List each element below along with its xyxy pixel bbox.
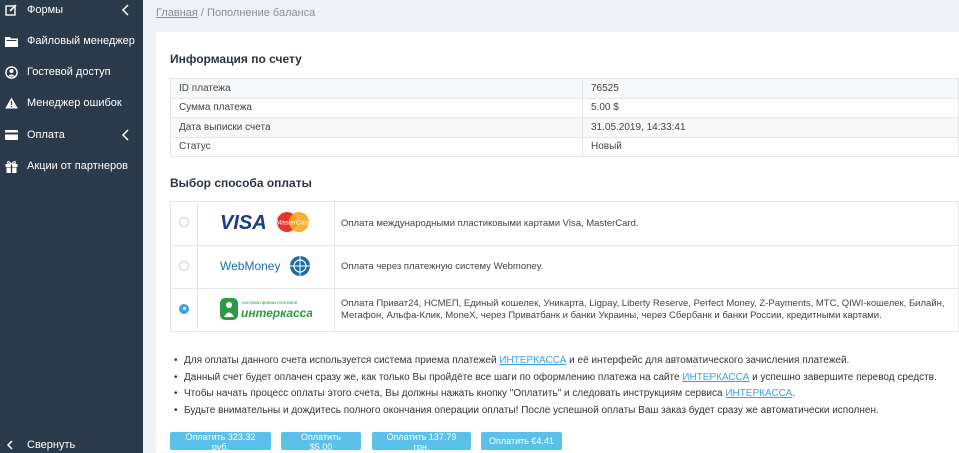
warning-icon <box>4 96 18 110</box>
pay-eur-button[interactable]: Оплатить €4.41 <box>481 432 562 450</box>
bullet: • <box>174 355 178 366</box>
interkassa-link[interactable]: ИНТЕРКАССА <box>682 372 749 383</box>
payment-methods-table: VISA MasterCard Оплата международными пл… <box>170 201 959 332</box>
info-label: Дата выписки счета <box>170 117 583 138</box>
info-section-title: Информация по счету <box>170 52 302 66</box>
breadcrumb-current: Пополнение баланса <box>207 7 316 19</box>
user-circle-icon <box>4 65 18 79</box>
webmoney-logo: WebMoney <box>197 245 335 289</box>
svg-text:VISA: VISA <box>220 212 267 234</box>
sidebar: Формы Файловый менеджер Гостевой доступ … <box>0 0 143 453</box>
account-info-table: ID платежа 76525 Сумма платежа 5.00 $ Да… <box>170 78 959 157</box>
sidebar-collapse-button[interactable]: Свернуть <box>0 435 143 453</box>
payment-method-row[interactable]: WebMoney Оплата через платежную систему … <box>170 245 959 289</box>
payment-method-row[interactable]: система приема платежей интеркасса Оплат… <box>170 288 959 332</box>
sidebar-item-guest-access[interactable]: Гостевой доступ <box>0 58 143 86</box>
collapse-label: Свернуть <box>27 439 76 451</box>
sidebar-item-label: Акции от партнеров <box>27 160 129 172</box>
info-label: Сумма платежа <box>170 97 583 118</box>
info-label: ID платежа <box>170 78 583 99</box>
credit-card-icon <box>4 128 18 142</box>
svg-text:система приема платежей: система приема платежей <box>242 299 298 305</box>
edit-icon <box>4 3 18 17</box>
svg-text:WebMoney: WebMoney <box>220 259 280 273</box>
sidebar-item-label: Формы <box>27 4 64 16</box>
payment-method-description: Оплата Приват24, НСМЕП, Единый кошелек, … <box>334 288 959 332</box>
breadcrumb: Главная / Пополнение баланса <box>156 7 315 19</box>
sidebar-item-label: Менеджер ошибок <box>27 97 122 109</box>
sidebar-item-partner-offers[interactable]: Акции от партнеров <box>0 152 143 180</box>
payment-radio-visa[interactable] <box>179 217 189 227</box>
sidebar-item-label: Гостевой доступ <box>27 66 111 78</box>
payment-notes-list: • Для оплаты данного счета используется с… <box>174 353 937 419</box>
payment-radio-webmoney[interactable] <box>179 260 189 271</box>
visa-mastercard-logo: VISA MasterCard <box>197 201 335 246</box>
interkassa-link[interactable]: ИНТЕРКАССА <box>499 355 566 366</box>
bullet: • <box>174 404 178 416</box>
list-item: • Для оплаты данного счета используется с… <box>174 353 937 370</box>
payment-radio-interkassa[interactable] <box>179 303 189 314</box>
bullet: • <box>174 388 178 399</box>
info-value: Новый <box>582 136 959 157</box>
table-row: Статус Новый <box>170 136 959 157</box>
sidebar-item-label: Файловый менеджер <box>27 35 135 47</box>
gift-icon <box>4 159 18 173</box>
table-row: Сумма платежа 5.00 $ <box>170 97 959 118</box>
sidebar-item-error-manager[interactable]: Менеджер ошибок <box>0 89 143 117</box>
chevron-left-icon <box>121 4 129 16</box>
pay-uah-button[interactable]: Оплатить 137.79 грн. <box>372 432 471 452</box>
chevron-left-icon <box>6 440 13 450</box>
svg-text:MasterCard: MasterCard <box>276 220 310 227</box>
sidebar-item-label: Оплата <box>27 129 65 141</box>
list-item: • Чтобы начать процесс оплаты этого счета… <box>174 386 937 403</box>
info-label: Статус <box>170 136 583 157</box>
breadcrumb-separator: / <box>197 7 208 19</box>
interkassa-link[interactable]: ИНТЕРКАССА <box>725 388 792 399</box>
svg-text:интеркасса: интеркасса <box>241 306 312 320</box>
breadcrumb-home-link[interactable]: Главная <box>156 7 198 19</box>
pay-usd-button[interactable]: Оплатить $5.00 <box>281 432 361 452</box>
sidebar-item-file-manager[interactable]: Файловый менеджер <box>0 27 143 55</box>
payment-section-title: Выбор способа оплаты <box>170 176 312 190</box>
payment-method-description: Оплата через платежную систему Webmoney. <box>334 245 959 289</box>
payment-method-row[interactable]: VISA MasterCard Оплата международными пл… <box>170 201 959 246</box>
table-row: Дата выписки счета 31.05.2019, 14:33:41 <box>170 117 959 138</box>
table-row: ID платежа 76525 <box>170 78 959 99</box>
sidebar-item-payment[interactable]: Оплата <box>0 121 143 149</box>
info-value: 31.05.2019, 14:33:41 <box>582 117 959 138</box>
folder-icon <box>4 34 18 48</box>
bullet: • <box>174 371 178 383</box>
pay-rub-button[interactable]: Оплатить 323.32 руб. <box>170 432 271 452</box>
interkassa-logo: система приема платежей интеркасса <box>197 288 335 332</box>
list-item: • Будьте внимательны и дождитесь полного … <box>174 403 937 420</box>
info-value: 76525 <box>582 78 959 99</box>
info-value: 5.00 $ <box>582 97 959 118</box>
list-item: • Данный счет будет оплачен сразу же, как… <box>174 370 937 387</box>
sidebar-item-forms[interactable]: Формы <box>0 0 143 24</box>
chevron-left-icon <box>121 129 129 141</box>
payment-method-description: Оплата международными пластиковыми карта… <box>334 201 959 246</box>
